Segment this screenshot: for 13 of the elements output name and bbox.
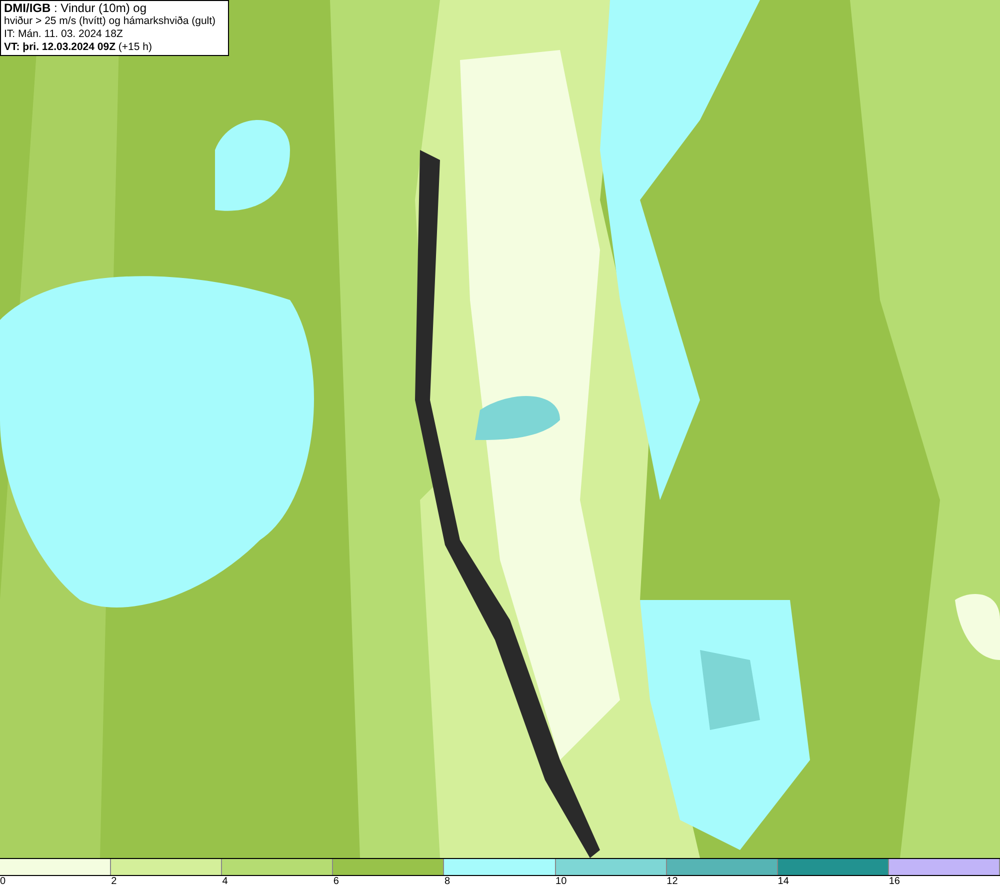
header-text: DMI/IGB : Vindur (10m) og	[4, 2, 148, 15]
legend-label: 12	[666, 876, 678, 887]
legend-label: 10	[556, 876, 567, 887]
legend-label: 0	[0, 876, 6, 887]
legend-label: 6	[333, 876, 339, 887]
header-text: VT: þri. 12.03.2024 09Z (+15 h)	[4, 41, 153, 54]
legend-label: 8	[444, 876, 450, 887]
legend-label: 14	[778, 876, 789, 887]
legend-label: 4	[222, 876, 228, 887]
header-text: IT: Mán. 11. 03. 2024 18Z	[4, 28, 124, 41]
legend-label: 16	[888, 876, 900, 887]
legend-label: 2	[111, 876, 117, 887]
header-text: hviður > 25 m/s (hvítt) og hámarkshviða (gult)	[4, 15, 217, 28]
